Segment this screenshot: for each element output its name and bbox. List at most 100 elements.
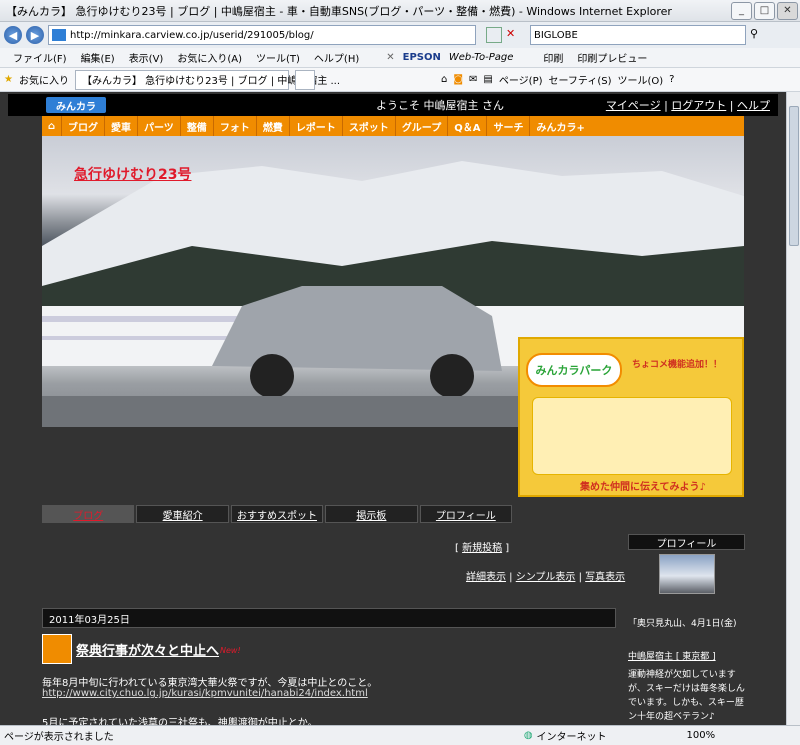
back-icon[interactable]: ◀ bbox=[4, 26, 22, 44]
entry-link[interactable]: http://www.city.chuo.lg.jp/kurasi/kpmvun… bbox=[42, 688, 368, 699]
url-text: http://minkara.carview.co.jp/userid/2910… bbox=[70, 29, 314, 41]
nav-blog[interactable]: ブログ bbox=[62, 116, 105, 136]
epson-label: EPSON bbox=[402, 52, 441, 63]
close-button[interactable]: ✕ bbox=[777, 1, 798, 20]
profile-header: プロフィール bbox=[628, 534, 745, 550]
entry-body-1: 毎年8月中旬に行われている東京湾大華火祭ですが、今夏は中止とのこと。 bbox=[42, 678, 378, 689]
menu-edit[interactable]: 編集(E) bbox=[74, 50, 122, 65]
printer-icon[interactable]: ▤ bbox=[483, 74, 492, 85]
entry-title[interactable]: 祭典行事が次々と中止へ bbox=[76, 640, 219, 659]
profile-quote: 「奥只見丸山、4月1日(金) bbox=[628, 619, 737, 629]
blog-tabs: ブログ 愛車紹介 おすすめスポット 掲示板 プロフィール bbox=[42, 505, 513, 523]
close-toolbar-icon[interactable]: ✕ bbox=[386, 52, 394, 63]
nav-minkara-plus[interactable]: みんカラ+ bbox=[530, 116, 590, 136]
entry-body-2: 5月に予定されていた浅草の三社祭も、神輿渡御が中止とか。 bbox=[42, 718, 318, 725]
sidebar: プロフィール 「奥只見丸山、4月1日(金) 中嶋屋宿主 [ 東京都 ] 運動神経… bbox=[628, 534, 745, 724]
safety-menu[interactable]: セーフティ(S) bbox=[549, 72, 612, 87]
star-icon: ★ bbox=[4, 74, 13, 85]
window-title: 【みんカラ】 急行ゆけむり23号 | ブログ | 中嶋屋宿主 - 車・自動車SN… bbox=[6, 4, 672, 18]
minkara-logo[interactable]: みんカラ bbox=[46, 97, 106, 113]
tab-profile[interactable]: プロフィール bbox=[419, 505, 513, 523]
nav-car[interactable]: 愛車 bbox=[105, 116, 138, 136]
favorites-button[interactable]: お気に入り bbox=[19, 72, 69, 87]
logout-link[interactable]: ログアウト bbox=[671, 99, 726, 112]
nav-home-icon[interactable]: ⌂ bbox=[42, 116, 62, 136]
mypage-link[interactable]: マイページ bbox=[606, 99, 661, 112]
nav-report[interactable]: レポート bbox=[290, 116, 343, 136]
nav-photo[interactable]: フォト bbox=[214, 116, 257, 136]
status-text: ページが表示されました bbox=[4, 732, 114, 743]
maximize-button[interactable]: □ bbox=[754, 1, 775, 20]
nav-group[interactable]: グループ bbox=[396, 116, 449, 136]
profile-name[interactable]: 中嶋屋宿主 [ 東京都 ] bbox=[628, 649, 745, 662]
address-bar: ◀ ▶ http://minkara.carview.co.jp/userid/… bbox=[0, 22, 800, 48]
profile-photo[interactable] bbox=[658, 554, 715, 594]
web-page: みんカラ ようこそ 中嶋屋宿主 さん マイページ | ログアウト | ヘルプ ⌂… bbox=[0, 92, 786, 725]
print-button[interactable]: 印刷 bbox=[543, 50, 563, 65]
rss-icon[interactable]: ◙ bbox=[453, 74, 463, 85]
status-bar: ページが表示されました ◍ インターネット 100% bbox=[0, 725, 800, 745]
new-post-link[interactable]: 新規投稿 bbox=[462, 543, 502, 554]
stop-icon[interactable]: ✕ bbox=[506, 27, 522, 43]
ad-headline: ちょコメ機能追加！！ bbox=[632, 360, 723, 370]
minimize-button[interactable]: _ bbox=[731, 1, 752, 20]
ad-tagline: 集めた仲間に伝えてみよう♪ bbox=[580, 482, 706, 493]
zoom-level[interactable]: 100% bbox=[687, 730, 716, 741]
favorites-bar: ★ お気に入り 【みんカラ】 急行ゆけむり23号 | ブログ | 中嶋屋宿主 .… bbox=[0, 68, 800, 92]
new-badge: New! bbox=[220, 646, 241, 655]
tab-blog[interactable]: ブログ bbox=[42, 505, 135, 523]
new-post-area: [ 新規投稿 ] bbox=[455, 543, 510, 554]
minkara-park-ad[interactable]: みんカラパーク ちょコメ機能追加！！ 集めた仲間に伝えてみよう♪ bbox=[518, 337, 744, 497]
search-engine-label: BIGLOBE bbox=[534, 29, 578, 41]
menu-file[interactable]: ファイル(F) bbox=[6, 50, 74, 65]
nav-maintenance[interactable]: 整備 bbox=[181, 116, 214, 136]
new-tab-button[interactable] bbox=[294, 69, 315, 90]
menu-view[interactable]: 表示(V) bbox=[122, 50, 171, 65]
top-links: マイページ | ログアウト | ヘルプ bbox=[605, 99, 770, 112]
zone-text: インターネット bbox=[536, 732, 607, 743]
ad-logo: みんカラパーク bbox=[526, 353, 622, 387]
search-icon[interactable]: ⚲ bbox=[750, 27, 766, 43]
photo-view-link[interactable]: 写真表示 bbox=[585, 572, 625, 583]
page-menu[interactable]: ページ(P) bbox=[499, 72, 543, 87]
simple-view-link[interactable]: シンプル表示 bbox=[516, 572, 576, 583]
site-nav: ⌂ ブログ 愛車 パーツ 整備 フォト 燃費 レポート スポット グループ Q＆… bbox=[42, 116, 744, 136]
url-field[interactable]: http://minkara.carview.co.jp/userid/2910… bbox=[48, 25, 476, 45]
tools-menu[interactable]: ツール(O) bbox=[617, 72, 663, 87]
globe-icon: ◍ bbox=[523, 730, 533, 741]
scrollbar[interactable] bbox=[786, 92, 800, 725]
browser-tab[interactable]: 【みんカラ】 急行ゆけむり23号 | ブログ | 中嶋屋宿主 ... bbox=[74, 69, 340, 90]
print-preview-button[interactable]: 印刷プレビュー bbox=[577, 50, 647, 65]
search-input[interactable]: BIGLOBE bbox=[530, 25, 746, 45]
web-to-page-button[interactable]: Web-To-Page bbox=[449, 52, 514, 63]
entry-date: 2011年03月25日 bbox=[42, 608, 616, 628]
menu-favorites[interactable]: お気に入り(A) bbox=[170, 50, 249, 65]
help-link[interactable]: ヘルプ bbox=[737, 99, 770, 112]
view-mode-links: 詳細表示 | シンプル表示 | 写真表示 bbox=[466, 572, 626, 583]
site-header: みんカラ ようこそ 中嶋屋宿主 さん マイページ | ログアウト | ヘルプ bbox=[8, 94, 778, 116]
menu-help[interactable]: ヘルプ(H) bbox=[307, 50, 366, 65]
nav-fuel[interactable]: 燃費 bbox=[257, 116, 290, 136]
welcome-text: ようこそ 中嶋屋宿主 さん bbox=[376, 99, 504, 112]
nav-spot[interactable]: スポット bbox=[343, 116, 396, 136]
detail-view-link[interactable]: 詳細表示 bbox=[466, 572, 506, 583]
site-favicon-icon bbox=[52, 29, 66, 41]
avatar[interactable] bbox=[42, 634, 72, 664]
scrollbar-thumb[interactable] bbox=[789, 106, 799, 246]
profile-text: 運動神経が欠如していますが、スキーだけは毎冬楽しんでいます。しかも、スキー歴ン十… bbox=[628, 670, 745, 722]
mail-icon[interactable]: ✉ bbox=[469, 74, 477, 85]
home-icon[interactable]: ⌂ bbox=[441, 74, 447, 85]
menu-tools[interactable]: ツール(T) bbox=[249, 50, 307, 65]
nav-qa[interactable]: Q＆A bbox=[448, 116, 488, 136]
tab-car-intro[interactable]: 愛車紹介 bbox=[136, 505, 229, 523]
nav-parts[interactable]: パーツ bbox=[138, 116, 181, 136]
tab-board[interactable]: 掲示板 bbox=[325, 505, 418, 523]
tab-spots[interactable]: おすすめスポット bbox=[230, 505, 324, 523]
window-titlebar: 【みんカラ】 急行ゆけむり23号 | ブログ | 中嶋屋宿主 - 車・自動車SN… bbox=[0, 0, 800, 22]
nav-search[interactable]: サーチ bbox=[487, 116, 531, 136]
help-icon[interactable]: ? bbox=[669, 74, 674, 85]
forward-icon[interactable]: ▶ bbox=[26, 26, 44, 44]
menu-bar: ファイル(F) 編集(E) 表示(V) お気に入り(A) ツール(T) ヘルプ(… bbox=[0, 48, 800, 68]
blog-title[interactable]: 急行ゆけむり23号 bbox=[74, 164, 191, 184]
refresh-icon[interactable] bbox=[486, 27, 502, 43]
